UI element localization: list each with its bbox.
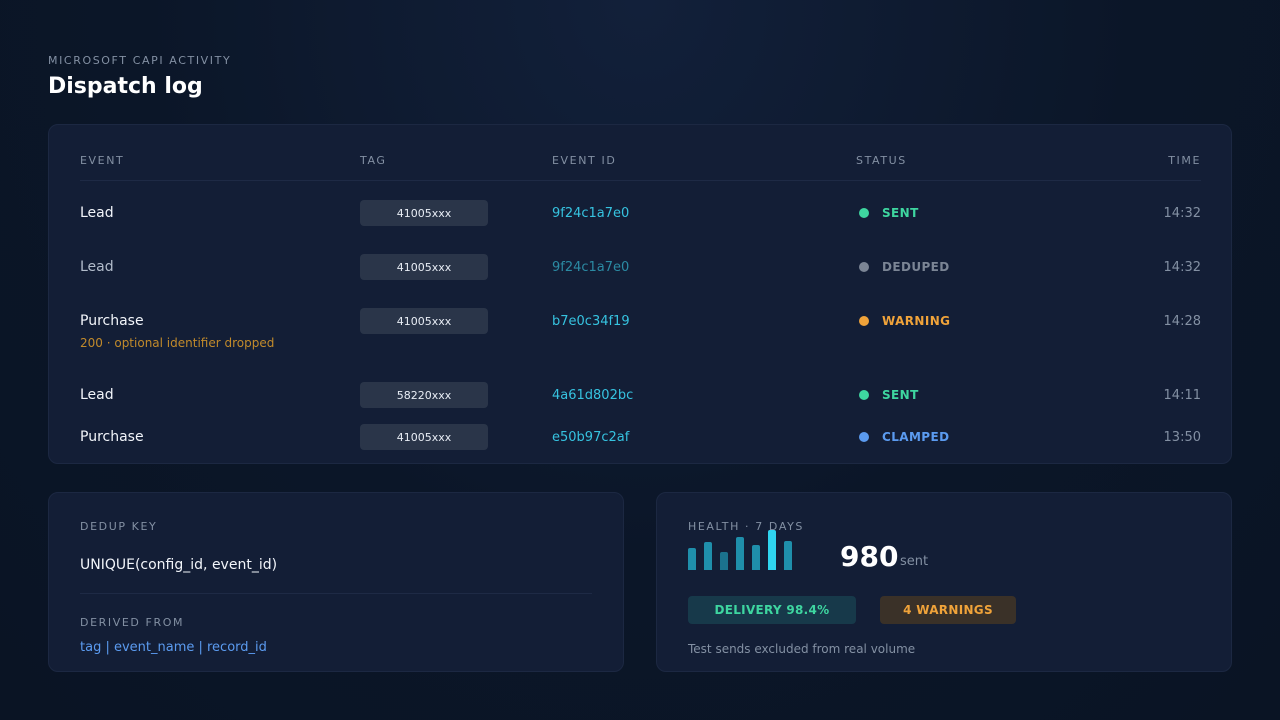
table-row[interactable]: Purchase 41005xxx e50b97c2af CLAMPED 13:… xyxy=(0,424,1280,450)
event-id: b7e0c34f19 xyxy=(552,313,630,329)
event-id: 9f24c1a7e0 xyxy=(552,205,630,221)
page-eyebrow: MICROSOFT CAPI ACTIVITY xyxy=(48,54,232,67)
warnings-badge[interactable]: 4 WARNINGS xyxy=(880,596,1016,624)
derived-from-value: tag | event_name | record_id xyxy=(80,640,267,655)
status-badge: SENT xyxy=(859,200,919,226)
page-title: Dispatch log xyxy=(48,74,203,99)
event-name: Purchase xyxy=(80,313,144,329)
status-dot-icon xyxy=(859,390,869,400)
dedup-key-value: UNIQUE(config_id, event_id) xyxy=(80,557,278,573)
row-warning-note: 200 · optional identifier dropped xyxy=(80,336,275,350)
dispatch-log-page: MICROSOFT CAPI ACTIVITY Dispatch log EVE… xyxy=(0,0,1280,720)
column-header-event-id: EVENT ID xyxy=(552,154,617,167)
table-row[interactable]: Purchase 41005xxx b7e0c34f19 WARNING 14:… xyxy=(0,308,1280,334)
health-bar xyxy=(768,530,776,570)
dispatch-log-panel xyxy=(48,124,1232,464)
event-time: 13:50 xyxy=(1163,429,1201,445)
status-text: CLAMPED xyxy=(882,430,950,444)
health-bar xyxy=(752,545,760,570)
status-badge: SENT xyxy=(859,382,919,408)
health-footnote: Test sends excluded from real volume xyxy=(688,642,916,656)
table-row[interactable]: Lead 41005xxx 9f24c1a7e0 DEDUPED 14:32 xyxy=(0,254,1280,280)
event-name: Lead xyxy=(80,205,114,221)
dedup-key-label: DEDUP KEY xyxy=(80,520,158,533)
status-text: SENT xyxy=(882,206,919,220)
health-bar xyxy=(736,537,744,570)
event-id: 4a61d802bc xyxy=(552,387,634,403)
status-dot-icon xyxy=(859,432,869,442)
event-time: 14:28 xyxy=(1163,313,1201,329)
health-bar xyxy=(784,541,792,570)
event-name: Lead xyxy=(80,387,114,403)
header-divider xyxy=(80,180,1201,181)
health-bar xyxy=(720,552,728,570)
status-badge: WARNING xyxy=(859,308,950,334)
tag-chip: 58220xxx xyxy=(360,382,488,408)
status-badge: CLAMPED xyxy=(859,424,949,450)
dedup-divider xyxy=(80,593,592,594)
event-id: e50b97c2af xyxy=(552,429,630,445)
table-row[interactable]: Lead 41005xxx 9f24c1a7e0 SENT 14:32 xyxy=(0,200,1280,226)
column-header-event: EVENT xyxy=(80,154,125,167)
health-sparkline xyxy=(688,528,798,570)
sent-count: 980 xyxy=(840,540,899,573)
status-dot-icon xyxy=(859,262,869,272)
tag-chip: 41005xxx xyxy=(360,424,488,450)
status-dot-icon xyxy=(859,208,869,218)
column-header-tag: TAG xyxy=(360,154,387,167)
status-text: DEDUPED xyxy=(882,260,950,274)
column-header-status: STATUS xyxy=(856,154,907,167)
event-time: 14:32 xyxy=(1163,205,1201,221)
column-header-time: TIME xyxy=(1168,154,1201,167)
tag-chip: 41005xxx xyxy=(360,308,488,334)
status-dot-icon xyxy=(859,316,869,326)
health-bar xyxy=(688,548,696,570)
status-text: WARNING xyxy=(882,314,951,328)
event-time: 14:32 xyxy=(1163,259,1201,275)
event-name: Purchase xyxy=(80,429,144,445)
delivery-rate-badge: DELIVERY 98.4% xyxy=(688,596,856,624)
tag-chip: 41005xxx xyxy=(360,200,488,226)
event-name: Lead xyxy=(80,259,114,275)
status-text: SENT xyxy=(882,388,919,402)
health-bar xyxy=(704,542,712,570)
tag-chip: 41005xxx xyxy=(360,254,488,280)
event-id: 9f24c1a7e0 xyxy=(552,259,630,275)
status-badge: DEDUPED xyxy=(859,254,950,280)
event-time: 14:11 xyxy=(1163,387,1201,403)
sent-unit: sent xyxy=(900,554,929,569)
derived-from-label: DERIVED FROM xyxy=(80,616,185,629)
table-row[interactable]: Lead 58220xxx 4a61d802bc SENT 14:11 xyxy=(0,382,1280,408)
